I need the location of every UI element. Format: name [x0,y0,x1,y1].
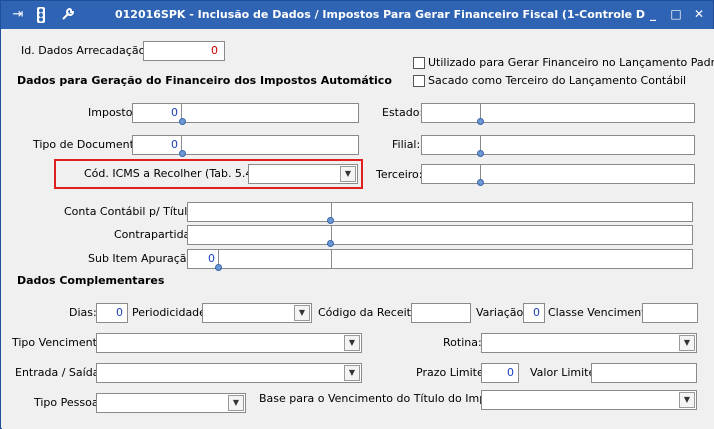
lookup-dot-icon[interactable] [477,118,484,125]
conta-contabil-field[interactable] [187,202,693,224]
close-button[interactable]: ✕ [689,6,709,22]
rotina-select[interactable]: ▼ [481,333,697,353]
estado-label: Estado: [382,106,424,119]
terceiro-label: Terceiro: [376,168,423,181]
base-vencimento-label: Base para o Vencimento do Título do Impo… [259,392,514,405]
lookup-dot-icon[interactable] [179,118,186,125]
lookup-dot-icon[interactable] [327,240,334,247]
imposto-field[interactable]: 0 [132,103,359,125]
chevron-down-icon[interactable]: ▼ [679,335,695,351]
lookup-dot-icon[interactable] [215,264,222,271]
tipo-vencimento-select[interactable]: ▼ [96,333,362,353]
valor-limite-field[interactable] [591,363,697,383]
tipo-documento-code: 0 [171,138,178,151]
chevron-down-icon[interactable]: ▼ [228,395,244,411]
prazo-limite-field[interactable]: 0 [481,363,519,383]
sub-item-code: 0 [208,252,215,265]
imposto-label: Imposto: [88,106,137,119]
section-financeiro-title: Dados para Geração do Financeiro dos Imp… [17,74,392,87]
classe-vencimento-label: Classe Vencimento: [548,306,656,319]
minimize-button[interactable]: _ [643,6,663,22]
menu-export-icon[interactable]: ⇥ [9,7,27,23]
variacao-field[interactable]: 0 [523,303,545,323]
codigo-receita-field[interactable] [411,303,471,323]
entrada-saida-select[interactable]: ▼ [96,363,362,383]
lookup-dot-icon[interactable] [179,150,186,157]
conta-contabil-label: Conta Contábil p/ Título: [64,205,198,218]
window-title: 012016SPK - Inclusão de Dados / Impostos… [115,8,646,21]
terceiro-field[interactable] [421,164,695,186]
filial-field[interactable] [421,135,695,157]
chevron-down-icon[interactable]: ▼ [340,166,356,182]
lookup-dot-icon[interactable] [327,217,334,224]
variacao-label: Variação: [476,306,527,319]
filial-label: Filial: [392,138,421,151]
lookup-dot-icon[interactable] [477,179,484,186]
title-bar: ⇥ 012016SPK - Inclusão de Dados / Impost… [1,1,713,29]
section-complementares-title: Dados Complementares [17,274,165,287]
contrapartida-label: Contrapartida: [114,228,195,241]
sub-item-field[interactable]: 0 [187,249,693,271]
tipo-documento-label: Tipo de Documento: [33,138,145,151]
imposto-code: 0 [171,106,178,119]
dias-field[interactable]: 0 [96,303,128,323]
chevron-down-icon[interactable]: ▼ [294,305,310,321]
valor-limite-label: Valor Limite: [530,366,599,379]
base-vencimento-select[interactable]: ▼ [481,390,697,410]
utilizado-checkbox[interactable] [413,57,425,69]
sub-item-label: Sub Item Apuração: [88,252,197,265]
cod-icms-select[interactable]: ▼ [248,164,358,184]
chevron-down-icon[interactable]: ▼ [344,365,360,381]
utilizado-label: Utilizado para Gerar Financeiro no Lança… [428,56,714,69]
sacado-label: Sacado como Terceiro do Lançamento Contá… [428,74,687,87]
id-dados-label: Id. Dados Arrecadação: [21,44,150,57]
codigo-receita-label: Código da Receita: [318,306,422,319]
window: ⇥ 012016SPK - Inclusão de Dados / Impost… [0,0,714,429]
maximize-button[interactable]: □ [666,6,686,22]
prazo-limite-label: Prazo Limite: [416,366,488,379]
sacado-checkbox[interactable] [413,75,425,87]
chevron-down-icon[interactable]: ▼ [344,335,360,351]
classe-vencimento-field[interactable] [642,303,698,323]
entrada-saida-label: Entrada / Saída: [15,366,104,379]
tipo-vencimento-label: Tipo Vencimento: [12,336,108,349]
form-content: Id. Dados Arrecadação: 0 Utilizado para … [2,29,714,429]
periodicidade-select[interactable]: ▼ [202,303,312,323]
lookup-dot-icon[interactable] [477,150,484,157]
contrapartida-field[interactable] [187,225,693,247]
rotina-label: Rotina: [443,336,482,349]
id-dados-field[interactable]: 0 [143,41,225,61]
tipo-documento-field[interactable]: 0 [132,135,359,157]
tipo-pessoa-select[interactable]: ▼ [96,393,246,413]
periodicidade-label: Periodicidade: [132,306,210,319]
field-divider [331,250,332,268]
tipo-pessoa-label: Tipo Pessoa: [34,396,103,409]
cod-icms-label: Cód. ICMS a Recolher (Tab. 5.4) [84,167,257,180]
dias-label: Dias: [69,306,97,319]
estado-field[interactable] [421,103,695,125]
traffic-light-icon[interactable] [32,7,50,23]
wrench-icon[interactable] [59,7,77,23]
chevron-down-icon[interactable]: ▼ [679,392,695,408]
